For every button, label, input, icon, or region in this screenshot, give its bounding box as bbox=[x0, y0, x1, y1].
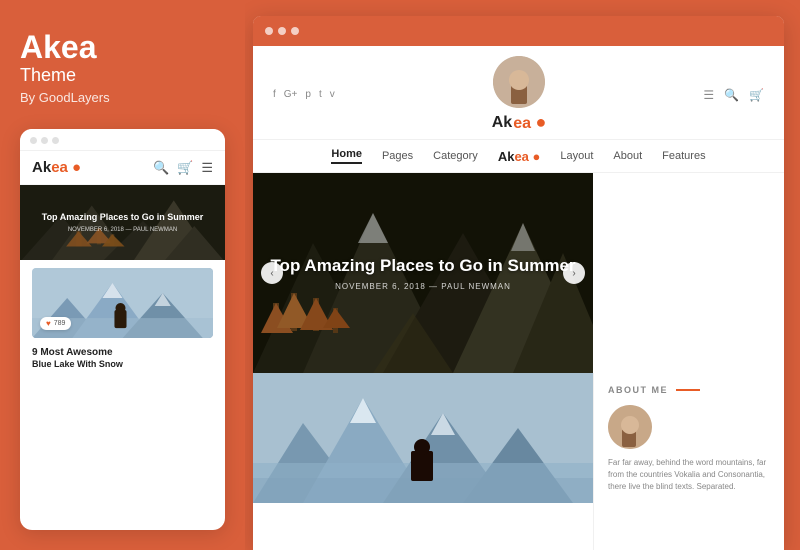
search-icon[interactable]: 🔍 bbox=[153, 160, 169, 176]
about-header: ABOUT ME bbox=[608, 385, 770, 395]
mobile-post-title: 9 Most Awesome bbox=[32, 346, 213, 359]
desktop-content: f G+ p t v Akea ● ☰ bbox=[253, 46, 784, 550]
desktop-hero-meta: NOVEMBER 6, 2018 — PAUL NEWMAN bbox=[335, 282, 511, 291]
desktop-main: Top Amazing Places to Go in Summer NOVEM… bbox=[253, 173, 784, 550]
nav-features[interactable]: Features bbox=[662, 150, 705, 162]
mobile-dot-1 bbox=[30, 137, 37, 144]
menu-icon[interactable]: ☰ bbox=[201, 160, 213, 176]
about-label: ABOUT ME bbox=[608, 385, 668, 395]
brand-title: Akea bbox=[20, 30, 225, 65]
mobile-hero-overlay: Top Amazing Places to Go in Summer NOVEM… bbox=[20, 185, 225, 260]
mobile-topbar bbox=[20, 129, 225, 151]
desktop-search-icon[interactable]: 🔍 bbox=[724, 88, 739, 102]
nav-logo[interactable]: Akea ● bbox=[498, 149, 541, 164]
about-avatar bbox=[608, 405, 652, 449]
social-pinterest[interactable]: p bbox=[305, 89, 311, 100]
brand-subtitle: Theme bbox=[20, 65, 225, 86]
desktop-cart-icon[interactable]: 🛒 bbox=[749, 88, 764, 102]
slider-prev-button[interactable]: ‹ bbox=[261, 262, 283, 284]
desktop-social: f G+ p t v bbox=[273, 89, 335, 100]
nav-category[interactable]: Category bbox=[433, 150, 478, 162]
heart-icon: ♥ bbox=[46, 319, 51, 328]
about-text: Far far away, behind the word mountains,… bbox=[608, 457, 770, 493]
desktop-hero-overlay: Top Amazing Places to Go in Summer NOVEM… bbox=[253, 173, 593, 373]
mobile-hero-meta: NOVEMBER 6, 2018 — PAUL NEWMAN bbox=[68, 227, 177, 233]
desktop-dot-2 bbox=[278, 27, 286, 35]
desktop-bottom: ABOUT ME Far far away, behind the word m… bbox=[253, 373, 784, 550]
desktop-topbar bbox=[253, 16, 784, 46]
social-twitter[interactable]: t bbox=[319, 89, 322, 100]
desktop-logo-center: Akea ● bbox=[492, 56, 547, 133]
brand-by: By GoodLayers bbox=[20, 90, 225, 105]
cart-icon[interactable]: 🛒 bbox=[177, 160, 193, 176]
social-vimeo[interactable]: v bbox=[330, 89, 335, 100]
desktop-nav: Home Pages Category Akea ● Layout About … bbox=[253, 140, 784, 173]
mobile-hero: Top Amazing Places to Go in Summer NOVEM… bbox=[20, 185, 225, 260]
slider-next-button[interactable]: › bbox=[563, 262, 585, 284]
desktop-dot-1 bbox=[265, 27, 273, 35]
mobile-logo-accent: ea ● bbox=[51, 159, 81, 176]
mobile-dot-3 bbox=[52, 137, 59, 144]
mobile-post: ♥ 789 9 Most Awesome Blue Lake With Snow bbox=[20, 260, 225, 530]
about-divider bbox=[676, 389, 700, 391]
mobile-mockup: Akea ● 🔍 🛒 ☰ bbox=[20, 129, 225, 530]
desktop-hero-title: Top Amazing Places to Go in Summer bbox=[270, 256, 575, 276]
nav-about[interactable]: About bbox=[613, 150, 642, 162]
desktop-hero-slider: Top Amazing Places to Go in Summer NOVEM… bbox=[253, 173, 593, 373]
desktop-header-right: ☰ 🔍 🛒 bbox=[703, 88, 764, 102]
mobile-like-badge[interactable]: ♥ 789 bbox=[40, 317, 71, 330]
desktop-logo-accent: ea ● bbox=[513, 112, 546, 133]
mobile-header: Akea ● 🔍 🛒 ☰ bbox=[20, 151, 225, 185]
desktop-avatar bbox=[493, 56, 545, 108]
like-count: 789 bbox=[54, 320, 66, 327]
desktop-mockup: f G+ p t v Akea ● ☰ bbox=[253, 16, 784, 550]
social-facebook[interactable]: f bbox=[273, 89, 276, 100]
mobile-post-subtitle: Blue Lake With Snow bbox=[32, 359, 213, 369]
mobile-header-icons: 🔍 🛒 ☰ bbox=[153, 160, 213, 176]
desktop-sidebar: ABOUT ME Far far away, behind the word m… bbox=[593, 373, 784, 550]
desktop-header: f G+ p t v Akea ● ☰ bbox=[253, 46, 784, 140]
desktop-logo-text: Akea ● bbox=[492, 112, 547, 133]
desktop-menu-icon[interactable]: ☰ bbox=[703, 88, 714, 102]
desktop-dot-3 bbox=[291, 27, 299, 35]
left-panel: Akea Theme By GoodLayers Akea ● 🔍 🛒 ☰ bbox=[0, 0, 245, 550]
nav-home[interactable]: Home bbox=[331, 148, 362, 164]
mobile-logo: Akea ● bbox=[32, 159, 81, 176]
mobile-hero-title: Top Amazing Places to Go in Summer bbox=[42, 212, 204, 224]
social-gplus[interactable]: G+ bbox=[284, 89, 298, 100]
mobile-post-image: ♥ 789 bbox=[32, 268, 213, 338]
mobile-dot-2 bbox=[41, 137, 48, 144]
nav-pages[interactable]: Pages bbox=[382, 150, 413, 162]
desktop-post2-image bbox=[253, 373, 593, 503]
nav-layout[interactable]: Layout bbox=[560, 150, 593, 162]
